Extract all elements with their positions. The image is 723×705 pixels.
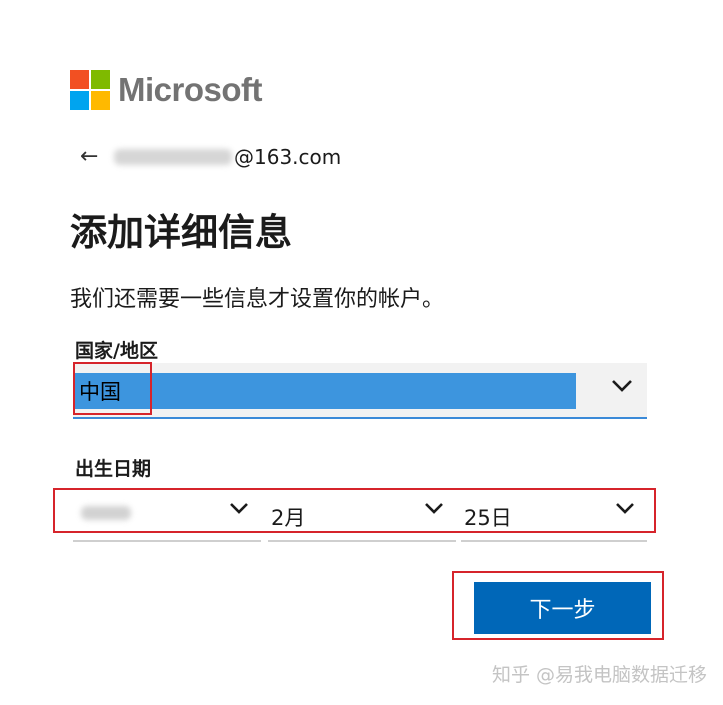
left-arrow-icon[interactable]: ← (80, 146, 102, 168)
country-selected-value-highlight: 中国 (73, 373, 576, 409)
email-redaction (114, 149, 232, 165)
chevron-down-icon (615, 502, 635, 515)
chevron-down-icon (424, 502, 444, 515)
logo-square-yellow (91, 91, 110, 110)
year-redaction (81, 506, 131, 520)
country-label: 国家/地区 (75, 340, 158, 362)
page-title: 添加详细信息 (70, 211, 292, 254)
chevron-down-icon (611, 379, 633, 393)
birth-day-value: 25日 (464, 506, 512, 530)
watermark: 知乎 @易我电脑数据迁移 (491, 664, 707, 686)
identity-banner: ← @163.com (80, 145, 341, 169)
chevron-down-icon (229, 502, 249, 515)
birth-year-select[interactable] (73, 492, 261, 542)
logo-square-green (91, 70, 110, 89)
birth-month-value: 2月 (271, 506, 306, 530)
country-select[interactable]: 中国 (73, 363, 647, 419)
birth-month-select[interactable]: 2月 (268, 492, 456, 542)
microsoft-logo: Microsoft (70, 70, 263, 110)
logo-square-blue (70, 91, 89, 110)
logo-square-red (70, 70, 89, 89)
birthdate-label: 出生日期 (75, 458, 152, 480)
birth-day-select[interactable]: 25日 (461, 492, 647, 542)
logo-wordmark: Microsoft (118, 71, 263, 108)
page-subtitle: 我们还需要一些信息才设置你的帐户。 (70, 287, 445, 312)
country-value: 中国 (79, 380, 121, 404)
next-button[interactable]: 下一步 (474, 582, 651, 634)
email-suffix: @163.com (234, 145, 342, 169)
microsoft-logo-icon (70, 70, 110, 110)
